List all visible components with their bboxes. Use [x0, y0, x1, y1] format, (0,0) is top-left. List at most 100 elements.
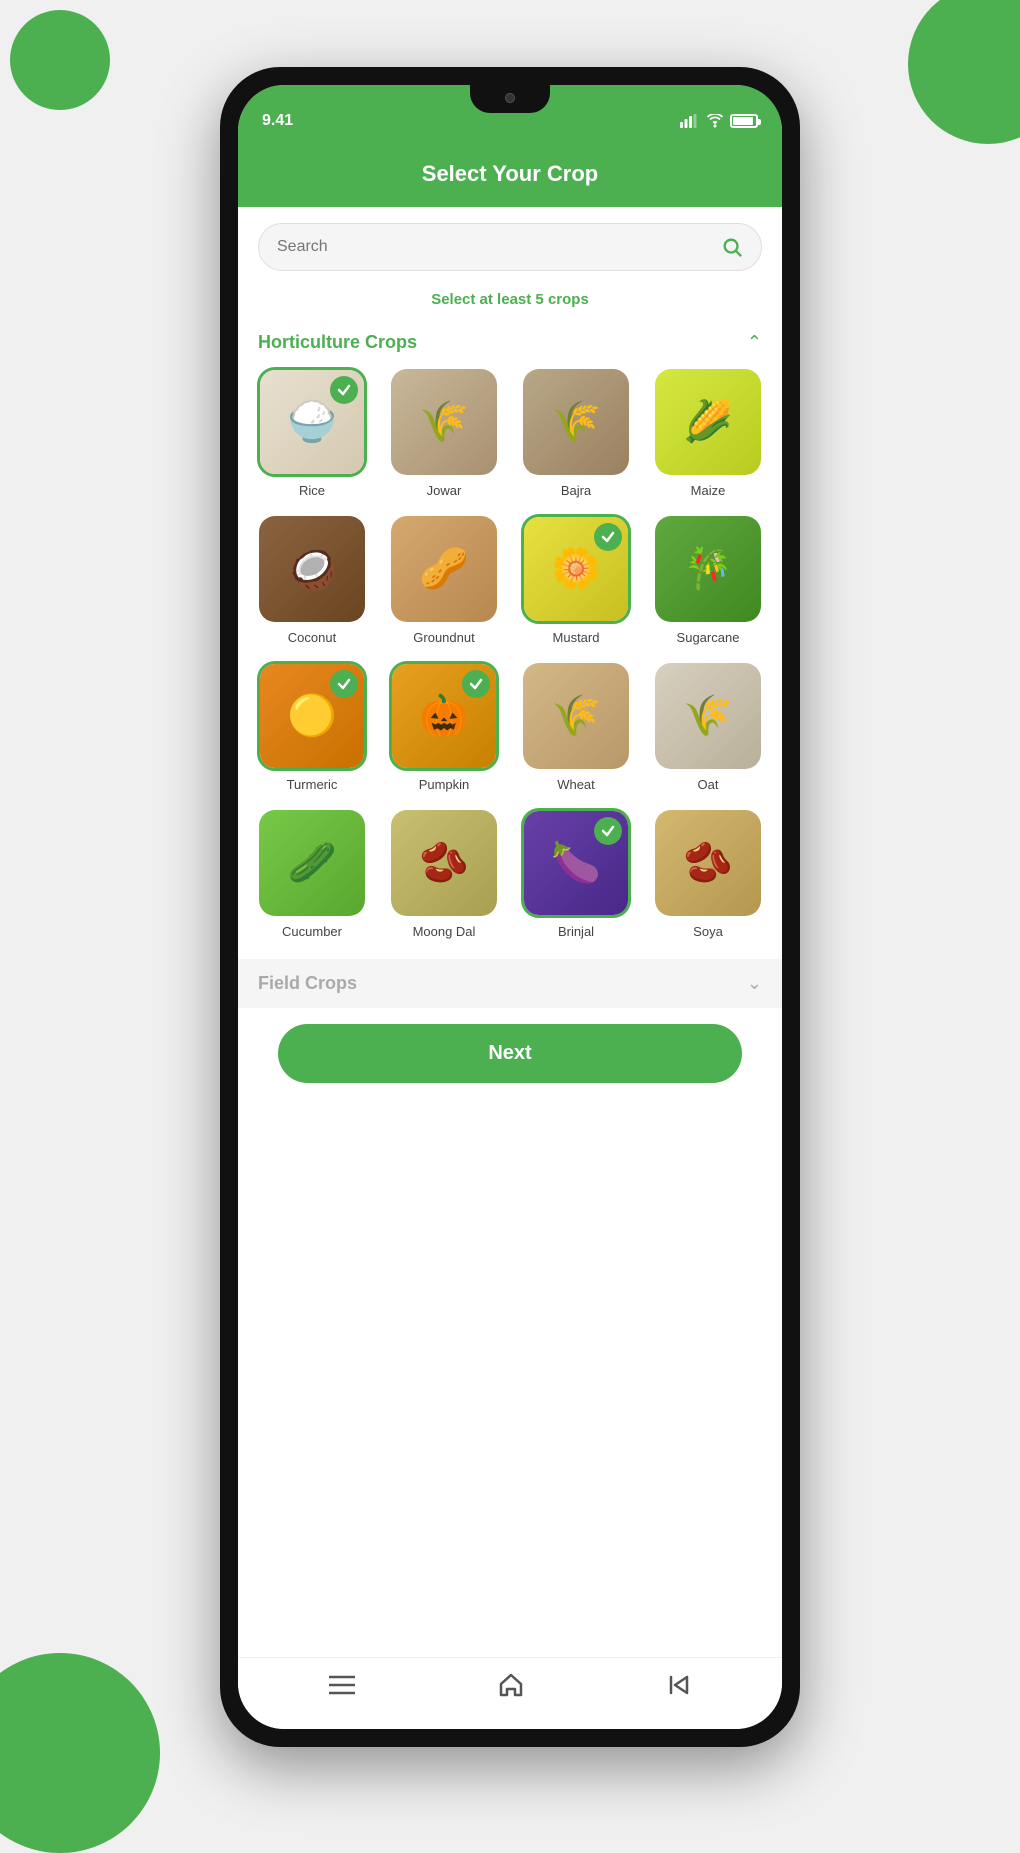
status-bar: 9.41 [238, 85, 782, 145]
header: Select Your Crop [238, 145, 782, 207]
phone-screen: 9.41 [238, 85, 782, 1729]
crop-img-wrapper-brinjal: 🍆 [521, 808, 631, 918]
crop-img-wrapper-rice: 🍚 [257, 367, 367, 477]
battery-icon [730, 114, 758, 128]
wifi-icon [706, 114, 724, 128]
crop-item-bajra[interactable]: 🌾 Bajra [518, 367, 634, 498]
page-title: Select Your Crop [258, 161, 762, 187]
check-badge-pumpkin [462, 670, 490, 698]
crop-image-bajra: 🌾 [523, 369, 629, 475]
horticulture-section-header[interactable]: Horticulture Crops ⌃ [238, 324, 782, 367]
crop-name-oat: Oat [698, 777, 719, 792]
crop-name-soya: Soya [693, 924, 723, 939]
status-icons [680, 114, 758, 128]
crop-item-turmeric[interactable]: 🟡 Turmeric [254, 661, 370, 792]
crop-img-wrapper-turmeric: 🟡 [257, 661, 367, 771]
horticulture-title: Horticulture Crops [258, 332, 417, 353]
search-icon [721, 236, 743, 258]
field-crops-title: Field Crops [258, 973, 357, 994]
crop-name-wheat: Wheat [557, 777, 595, 792]
crop-img-wrapper-wheat: 🌾 [521, 661, 631, 771]
search-container [238, 207, 782, 287]
crop-img-wrapper-oat: 🌾 [653, 661, 763, 771]
info-text: Select at least 5 crops [238, 287, 782, 324]
crop-item-coconut[interactable]: 🥥 Coconut [254, 514, 370, 645]
phone-frame: 9.41 [220, 67, 800, 1747]
search-input[interactable] [277, 238, 711, 256]
signal-icon [680, 114, 700, 128]
content-area: Select at least 5 crops Horticulture Cro… [238, 207, 782, 1657]
field-crops-section: Field Crops ⌄ [238, 959, 782, 1008]
crop-item-cucumber[interactable]: 🥒 Cucumber [254, 808, 370, 939]
next-button-container: Next [238, 1008, 782, 1099]
crop-item-jowar[interactable]: 🌾 Jowar [386, 367, 502, 498]
crop-item-sugarcane[interactable]: 🎋 Sugarcane [650, 514, 766, 645]
crop-name-rice: Rice [299, 483, 325, 498]
crop-image-coconut: 🥥 [259, 516, 365, 622]
crop-img-wrapper-cucumber: 🥒 [257, 808, 367, 918]
bg-decoration-bottom-left [0, 1653, 160, 1853]
bottom-nav [238, 1657, 782, 1729]
bg-decoration-top-left [10, 10, 110, 110]
info-number: 5 [535, 291, 543, 308]
crop-image-cucumber: 🥒 [259, 810, 365, 916]
horticulture-chevron-icon: ⌃ [747, 332, 762, 353]
crop-name-coconut: Coconut [288, 630, 336, 645]
info-text-prefix: Select at least [431, 291, 535, 308]
field-crops-chevron-icon: ⌄ [747, 973, 762, 994]
check-badge-rice [330, 376, 358, 404]
bg-decoration-top-right [908, 0, 1020, 144]
crop-name-sugarcane: Sugarcane [677, 630, 740, 645]
crop-img-wrapper-bajra: 🌾 [521, 367, 631, 477]
camera [505, 93, 515, 103]
crop-item-moongdal[interactable]: 🫘 Moong Dal [386, 808, 502, 939]
crop-image-oat: 🌾 [655, 663, 761, 769]
crop-item-rice[interactable]: 🍚 Rice [254, 367, 370, 498]
crop-name-groundnut: Groundnut [413, 630, 474, 645]
crop-item-soya[interactable]: 🫘 Soya [650, 808, 766, 939]
crop-name-mustard: Mustard [553, 630, 600, 645]
crop-img-wrapper-jowar: 🌾 [389, 367, 499, 477]
notch [470, 85, 550, 113]
crop-img-wrapper-maize: 🌽 [653, 367, 763, 477]
search-box[interactable] [258, 223, 762, 271]
crop-image-jowar: 🌾 [391, 369, 497, 475]
crop-image-wheat: 🌾 [523, 663, 629, 769]
check-badge-brinjal [594, 817, 622, 845]
crop-name-brinjal: Brinjal [558, 924, 594, 939]
info-text-suffix: crops [548, 291, 589, 308]
crop-image-maize: 🌽 [655, 369, 761, 475]
crop-item-wheat[interactable]: 🌾 Wheat [518, 661, 634, 792]
crop-name-jowar: Jowar [427, 483, 462, 498]
next-button[interactable]: Next [278, 1024, 742, 1083]
menu-icon[interactable] [329, 1674, 355, 1702]
back-icon[interactable] [667, 1673, 691, 1704]
status-time: 9.41 [262, 112, 293, 130]
crop-img-wrapper-soya: 🫘 [653, 808, 763, 918]
crop-item-brinjal[interactable]: 🍆 Brinjal [518, 808, 634, 939]
crop-image-soya: 🫘 [655, 810, 761, 916]
crop-item-maize[interactable]: 🌽 Maize [650, 367, 766, 498]
crop-image-moongdal: 🫘 [391, 810, 497, 916]
check-badge-turmeric [330, 670, 358, 698]
crop-name-bajra: Bajra [561, 483, 591, 498]
crop-item-oat[interactable]: 🌾 Oat [650, 661, 766, 792]
check-badge-mustard [594, 523, 622, 551]
crop-item-mustard[interactable]: 🌼 Mustard [518, 514, 634, 645]
crop-img-wrapper-mustard: 🌼 [521, 514, 631, 624]
crop-name-moongdal: Moong Dal [413, 924, 476, 939]
crop-img-wrapper-coconut: 🥥 [257, 514, 367, 624]
crop-grid: 🍚 Rice 🌾 Jowar 🌾 Bajra 🌽 Maize 🥥 Coconut 🥜 Groundnu… [238, 367, 782, 939]
crop-name-turmeric: Turmeric [287, 777, 338, 792]
crop-img-wrapper-pumpkin: 🎃 [389, 661, 499, 771]
home-icon[interactable] [498, 1672, 524, 1705]
crop-img-wrapper-moongdal: 🫘 [389, 808, 499, 918]
field-crops-header[interactable]: Field Crops ⌄ [238, 959, 782, 1008]
crop-item-groundnut[interactable]: 🥜 Groundnut [386, 514, 502, 645]
crop-image-groundnut: 🥜 [391, 516, 497, 622]
crop-item-pumpkin[interactable]: 🎃Pumpkin [386, 661, 502, 792]
crop-img-wrapper-sugarcane: 🎋 [653, 514, 763, 624]
crop-image-sugarcane: 🎋 [655, 516, 761, 622]
crop-name-maize: Maize [691, 483, 726, 498]
crop-name-cucumber: Cucumber [282, 924, 342, 939]
